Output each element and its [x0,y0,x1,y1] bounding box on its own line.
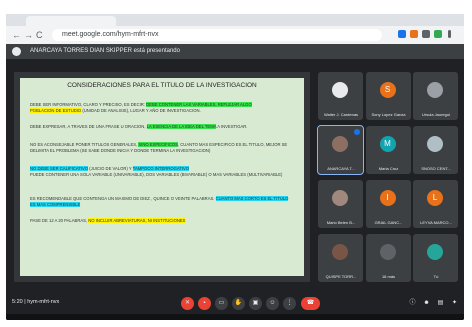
extension-icon[interactable] [410,30,418,38]
meeting-code: 5:20 | hym-mfrt-nvx [12,299,60,305]
participant-avatar [332,244,348,260]
participant-tile[interactable]: S Sony Lopez Garcia [365,72,411,120]
presentation-area: CONSIDERACIONES PARA EL TITULO DE LA INV… [14,72,310,282]
camera-off-icon[interactable]: ▪ [198,297,211,310]
avatar-letter: M [384,139,391,148]
more-options-icon[interactable]: ⋮ [283,297,296,310]
browser-toolbar: ← → C meet.google.com/hym-mfrt-nvx [6,26,464,44]
participant-tile[interactable]: I GRAIL GANC... [365,180,411,228]
slide-text: PASE DE 12 A 20 PALABRAS, [30,218,89,223]
slide-highlight: NO INCLUIR ABREVIATURAS, NI INSTITUCIONE… [88,218,186,223]
browser-chrome: ← → C meet.google.com/hym-mfrt-nvx [6,14,464,44]
presenter-avatar [12,47,21,56]
forward-icon[interactable]: → [24,29,33,41]
menu-icon[interactable] [448,30,451,38]
participant-name: QUISPE TORR... [325,274,357,279]
participant-avatar [332,190,348,206]
slide-paragraph: DEBE SER INFORMATIVO, CLARO Y PRECISO, E… [30,102,294,113]
chat-icon[interactable]: ▤ [436,299,445,308]
speaking-icon [354,129,360,135]
profile-avatar[interactable] [434,30,442,38]
back-icon[interactable]: ← [12,29,21,41]
slide-text: PUEDE CONTENER UNA SOLA VARIABLE (UNIVAR… [30,171,283,177]
address-bar[interactable]: meet.google.com/hym-mfrt-nvx [52,29,382,41]
participant-name: GRAIL GANC... [374,220,403,225]
slide-paragraph: DEBE EXPRESAR, A TRAVES DE UNA FRASE U O… [30,124,294,130]
participant-tile[interactable]: L LEYVA MARCO... [413,180,458,228]
participant-name: Walter J. Cardenas [323,112,359,117]
participant-tile[interactable]: QUISPE TORR... [318,234,363,282]
raise-hand-icon[interactable]: ✋ [232,297,245,310]
participant-name: Maria Cruz [378,166,399,171]
people-icon[interactable]: ☻ [422,299,431,308]
presenting-banner: ANARCAYA TORRES DIAN SKIPPER está presen… [6,44,464,59]
slide-highlight: DEBE CONTENER LAS VARIABLES, REFLEJAR AL… [146,102,252,107]
avatar-letter: S [384,85,391,94]
participant-tile[interactable]: Mario Belen B... [318,180,363,228]
participant-name: Ursula Jauregui [421,112,450,117]
participant-avatar [427,82,443,98]
slide-text: NO ES ACONSEJABLE PONER TITULOS GENERALE… [30,142,139,147]
taskbar [6,314,464,320]
slide-highlight: SINO ESPECIFICOS [138,142,178,147]
avatar-letter: L [432,193,438,202]
slide-text: DEBE EXPRESAR, A TRAVES DE UNA FRASE U O… [30,124,147,129]
slide-text: ES RECOMENDABLE QUE CONTENGA UN MAXIMO D… [30,196,216,201]
browser-tab[interactable] [26,16,116,26]
participant-name: Mario Belen B... [326,220,356,225]
participant-avatar [332,82,348,98]
slide-title: CONSIDERACIONES PARA EL TITULO DE LA INV… [67,82,257,89]
participant-tile[interactable]: ANARCAYA T... [317,125,364,175]
slide-text: A INVESTIGAR. [216,124,248,129]
participant-grid: Walter J. Cardenas S Sony Lopez Garcia Ursu… [317,72,458,284]
extension-icon[interactable] [398,30,406,38]
participant-tile[interactable]: Walter J. Cardenas [318,72,363,120]
slide-highlight: TAMPOCO INTERROGATIVO [132,166,190,171]
slide: CONSIDERACIONES PARA EL TITULO DE LA INV… [20,78,304,276]
participant-name: Tú [433,274,439,279]
slide-paragraph: PASE DE 12 A 20 PALABRAS, NO INCLUIR ABR… [30,218,294,224]
screen: ← → C meet.google.com/hym-mfrt-nvx ANARC… [6,14,464,320]
emoji-icon[interactable]: ☺ [266,297,279,310]
slide-text: (UNIDAD DE ANALISIS), LUGAR Y AÑO DE INV… [81,107,201,113]
participant-name: Sony Lopez Garcia [371,112,406,117]
mic-off-icon[interactable]: ✕ [181,297,194,310]
activities-icon[interactable]: ✦ [450,299,459,308]
participant-name: 18 más [381,274,396,279]
participant-avatar [427,244,443,260]
participant-avatar [332,136,348,152]
slide-highlight: LA ESENCIA DE LA IDEA DEL TEMA [146,124,217,129]
url-text: meet.google.com/hym-mfrt-nvx [62,31,159,38]
participant-tile[interactable]: SNOSO CENT... [413,126,458,174]
slide-text: (JUICIO DE VALOR) Y [88,166,133,171]
participant-name: LEYVA MARCO... [420,220,452,225]
slide-highlight: POBLACION DE ESTUDIO [30,107,82,113]
reload-icon[interactable]: C [36,29,43,41]
avatar-letter: I [386,193,389,202]
participant-tile[interactable]: Tú [413,234,458,282]
tab-strip [6,14,464,26]
info-icon[interactable]: ⓘ [408,299,417,308]
slide-paragraph: NO DEBE SER CALIFICATIVO (JUICIO DE VALO… [30,166,294,177]
group-avatar [379,244,396,260]
extension-icon[interactable] [422,30,430,38]
slide-highlight: NO DEBE SER CALIFICATIVO [30,166,89,171]
slide-paragraph: ES RECOMENDABLE QUE CONTENGA UN MAXIMO D… [30,196,294,207]
participant-avatar [427,136,443,152]
participant-tile[interactable]: Ursula Jauregui [413,72,458,120]
participant-name: ANARCAYA T... [327,166,355,171]
captions-icon[interactable]: ▭ [215,297,228,310]
slide-text: DEBE SER INFORMATIVO, CLARO Y PRECISO, E… [30,102,147,107]
participant-name: SNOSO CENT... [421,166,451,171]
slide-paragraph: NO ES ACONSEJABLE PONER TITULOS GENERALE… [30,142,294,153]
participant-tile[interactable]: M Maria Cruz [365,126,411,174]
end-call-button[interactable]: ☎ [301,297,320,310]
presenting-text: ANARCAYA TORRES DIAN SKIPPER está presen… [30,48,180,54]
participant-tile[interactable]: 18 más [365,234,411,282]
present-icon[interactable]: ▣ [249,297,262,310]
